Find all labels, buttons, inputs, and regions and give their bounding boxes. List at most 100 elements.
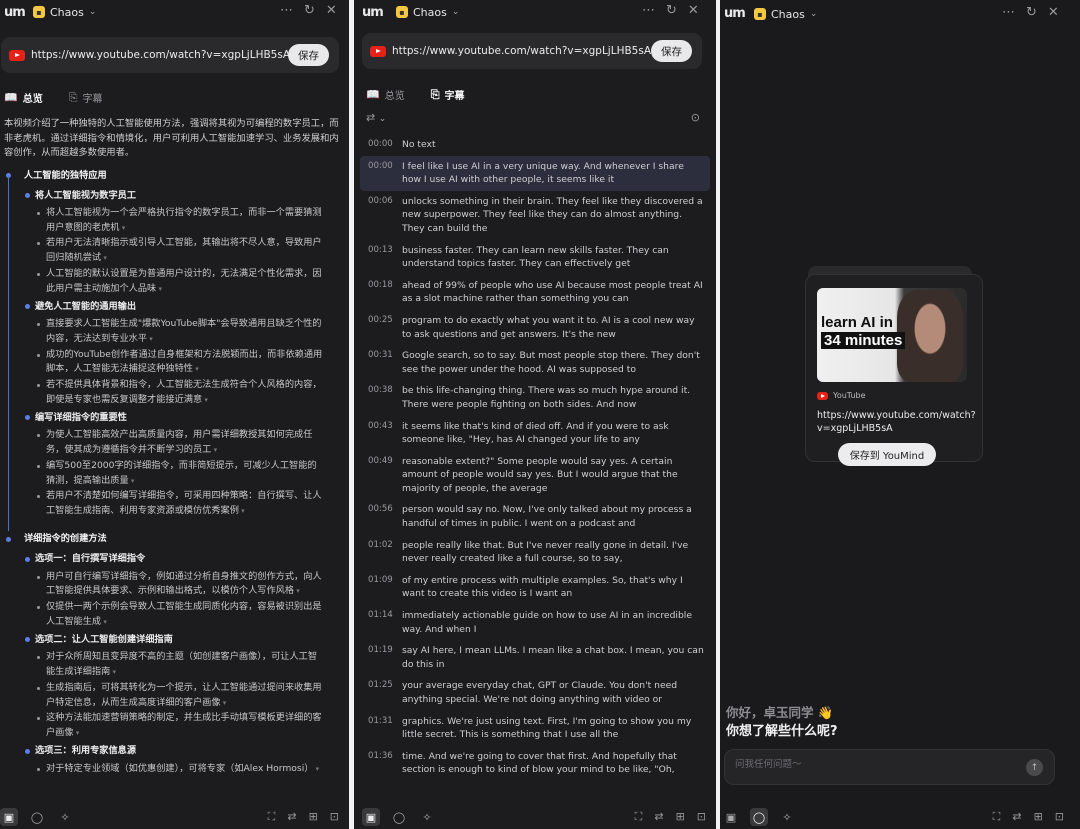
transcript-row[interactable]: 00:06 unlocks something in their brain. T… [360,191,710,240]
transcript-row[interactable]: 00:31 Google search, so to say. But most … [360,345,710,380]
expand-arrow-icon[interactable]: ▾ [110,668,117,676]
expand-arrow-icon[interactable]: ▾ [313,765,320,773]
close-icon[interactable]: ✕ [688,3,699,18]
library-icon[interactable]: ▣ [0,808,18,826]
send-icon[interactable]: ↑ [1026,759,1043,776]
image-icon[interactable]: ⊡ [697,810,706,824]
screenshot-icon[interactable]: ⛶ [268,810,276,824]
workspace-selector[interactable]: ▪ Chaos ⌄ [754,6,817,22]
timestamp[interactable]: 01:14 [360,609,398,636]
transcript-row[interactable]: 01:19 say AI here, I mean LLMs. I mean li… [360,640,710,675]
timestamp[interactable]: 00:06 [360,195,398,236]
timestamp[interactable]: 00:31 [360,349,398,376]
expand-arrow-icon[interactable]: ▾ [147,335,153,343]
expand-arrow-icon[interactable]: ▾ [211,446,218,454]
expand-arrow-icon[interactable]: ▾ [221,699,227,707]
expand-arrow-icon[interactable]: ▾ [101,254,107,262]
library-icon[interactable]: ▣ [722,808,740,826]
transcript-row[interactable]: 00:49 reasonable extent?" Some people wou… [360,451,710,500]
workspace-name: Chaos [50,5,84,19]
translate-icon[interactable]: ⇄ ⌄ [366,111,386,124]
tab-subtitles[interactable]: ⎘ 字幕 [431,87,465,103]
chat-icon[interactable]: ◯ [28,808,46,826]
sparkle-icon[interactable]: ✧ [56,808,74,826]
transcript-row[interactable]: 00:38 be this life-changing thing. There … [360,380,710,415]
more-icon[interactable]: ⋯ [642,3,655,18]
expand-arrow-icon[interactable]: ▾ [74,729,80,737]
timestamp[interactable]: 00:25 [360,314,398,341]
expand-arrow-icon[interactable]: ▾ [202,396,208,404]
screenshot-icon[interactable]: ⛶ [635,810,643,824]
timestamp[interactable]: 00:56 [360,503,398,530]
transcript-row[interactable]: 01:36 time. And we're going to cover that… [360,746,710,781]
image-icon[interactable]: ⊡ [330,810,339,824]
chat-icon[interactable]: ◯ [750,808,768,826]
translate-icon[interactable]: ⇄ [1012,810,1021,824]
workspace-selector[interactable]: ▪ Chaos ⌄ [33,4,96,20]
transcript-row[interactable]: 00:25 program to do exactly what you want… [360,310,710,345]
focus-icon[interactable]: ⊙ [691,111,700,124]
timestamp[interactable]: 00:38 [360,384,398,411]
timestamp[interactable]: 01:09 [360,574,398,601]
timestamp[interactable]: 01:31 [360,715,398,742]
expand-arrow-icon[interactable]: ▾ [101,618,107,626]
transcript-row[interactable]: 01:14 immediately actionable guide on how… [360,605,710,640]
timestamp[interactable]: 01:19 [360,644,398,671]
transcript-row[interactable]: 00:43 it seems like that's kind of died o… [360,416,710,451]
close-icon[interactable]: ✕ [326,3,337,18]
grid-icon[interactable]: ⊞ [1034,810,1043,824]
video-card[interactable]: learn AI in 34 minutes YouTube https://w… [805,274,983,462]
tab-overview[interactable]: 📖 总览 [4,90,43,105]
titlebar: um ▪ Chaos ⌄ ⋯ ↻ ✕ [0,0,349,26]
transcript-row[interactable]: 01:25 your average everyday chat, GPT or … [360,675,710,710]
refresh-icon[interactable]: ↻ [666,3,677,18]
refresh-icon[interactable]: ↻ [1026,5,1037,20]
workspace-selector[interactable]: ▪ Chaos ⌄ [396,4,459,20]
timestamp[interactable]: 00:43 [360,420,398,447]
expand-arrow-icon[interactable]: ▾ [156,285,162,293]
timestamp[interactable]: 00:18 [360,279,398,306]
sparkle-icon[interactable]: ✧ [418,808,436,826]
save-to-youmind-button[interactable]: 保存到 YouMind [838,443,936,466]
more-icon[interactable]: ⋯ [1002,5,1015,20]
transcript-row[interactable]: 00:56 person would say no. Now, I've only… [360,499,710,534]
expand-arrow-icon[interactable]: ▾ [239,507,245,515]
transcript-row[interactable]: 01:02 people really like that. But I've n… [360,535,710,570]
expand-arrow-icon[interactable]: ▾ [193,365,199,373]
timestamp[interactable]: 00:00 [360,160,398,187]
translate-icon[interactable]: ⇄ [287,810,296,824]
expand-arrow-icon[interactable]: ▾ [120,224,126,232]
chat-input[interactable] [735,759,1015,770]
timestamp[interactable]: 00:00 [360,138,398,152]
screenshot-icon[interactable]: ⛶ [993,810,1001,824]
sparkle-icon[interactable]: ✧ [778,808,796,826]
timestamp[interactable]: 01:25 [360,679,398,706]
transcript-row[interactable]: 01:31 graphics. We're just using text. Fi… [360,711,710,746]
app-logo: um [362,5,384,20]
expand-arrow-icon[interactable]: ▾ [129,477,135,485]
more-icon[interactable]: ⋯ [280,3,293,18]
transcript-row[interactable]: 00:00 No text [360,134,710,156]
transcript-row[interactable]: 00:00 I feel like I use AI in a very uniq… [360,155,710,191]
grid-icon[interactable]: ⊞ [676,810,685,824]
save-button[interactable]: 保存 [288,44,329,66]
chat-icon[interactable]: ◯ [390,808,408,826]
close-icon[interactable]: ✕ [1048,5,1059,20]
transcript-row[interactable]: 00:18 ahead of 99% of people who use AI b… [360,275,710,310]
grid-icon[interactable]: ⊞ [309,810,318,824]
library-icon[interactable]: ▣ [362,808,380,826]
tab-overview[interactable]: 📖 总览 [366,87,405,102]
timestamp[interactable]: 00:13 [360,244,398,271]
translate-icon[interactable]: ⇄ [654,810,663,824]
transcript-row[interactable]: 00:13 business faster. They can learn new… [360,240,710,275]
timestamp[interactable]: 01:02 [360,539,398,566]
expand-arrow-icon[interactable]: ▾ [294,587,300,595]
tab-subtitles[interactable]: ⎘ 字幕 [68,90,103,106]
save-button[interactable]: 保存 [651,40,692,62]
transcript-row[interactable]: 01:09 of my entire process with multiple … [360,570,710,605]
image-icon[interactable]: ⊡ [1055,810,1064,824]
subtitle-icon: ⎘ [68,90,78,104]
refresh-icon[interactable]: ↻ [304,3,315,18]
timestamp[interactable]: 00:49 [360,455,398,496]
timestamp[interactable]: 01:36 [360,750,398,777]
